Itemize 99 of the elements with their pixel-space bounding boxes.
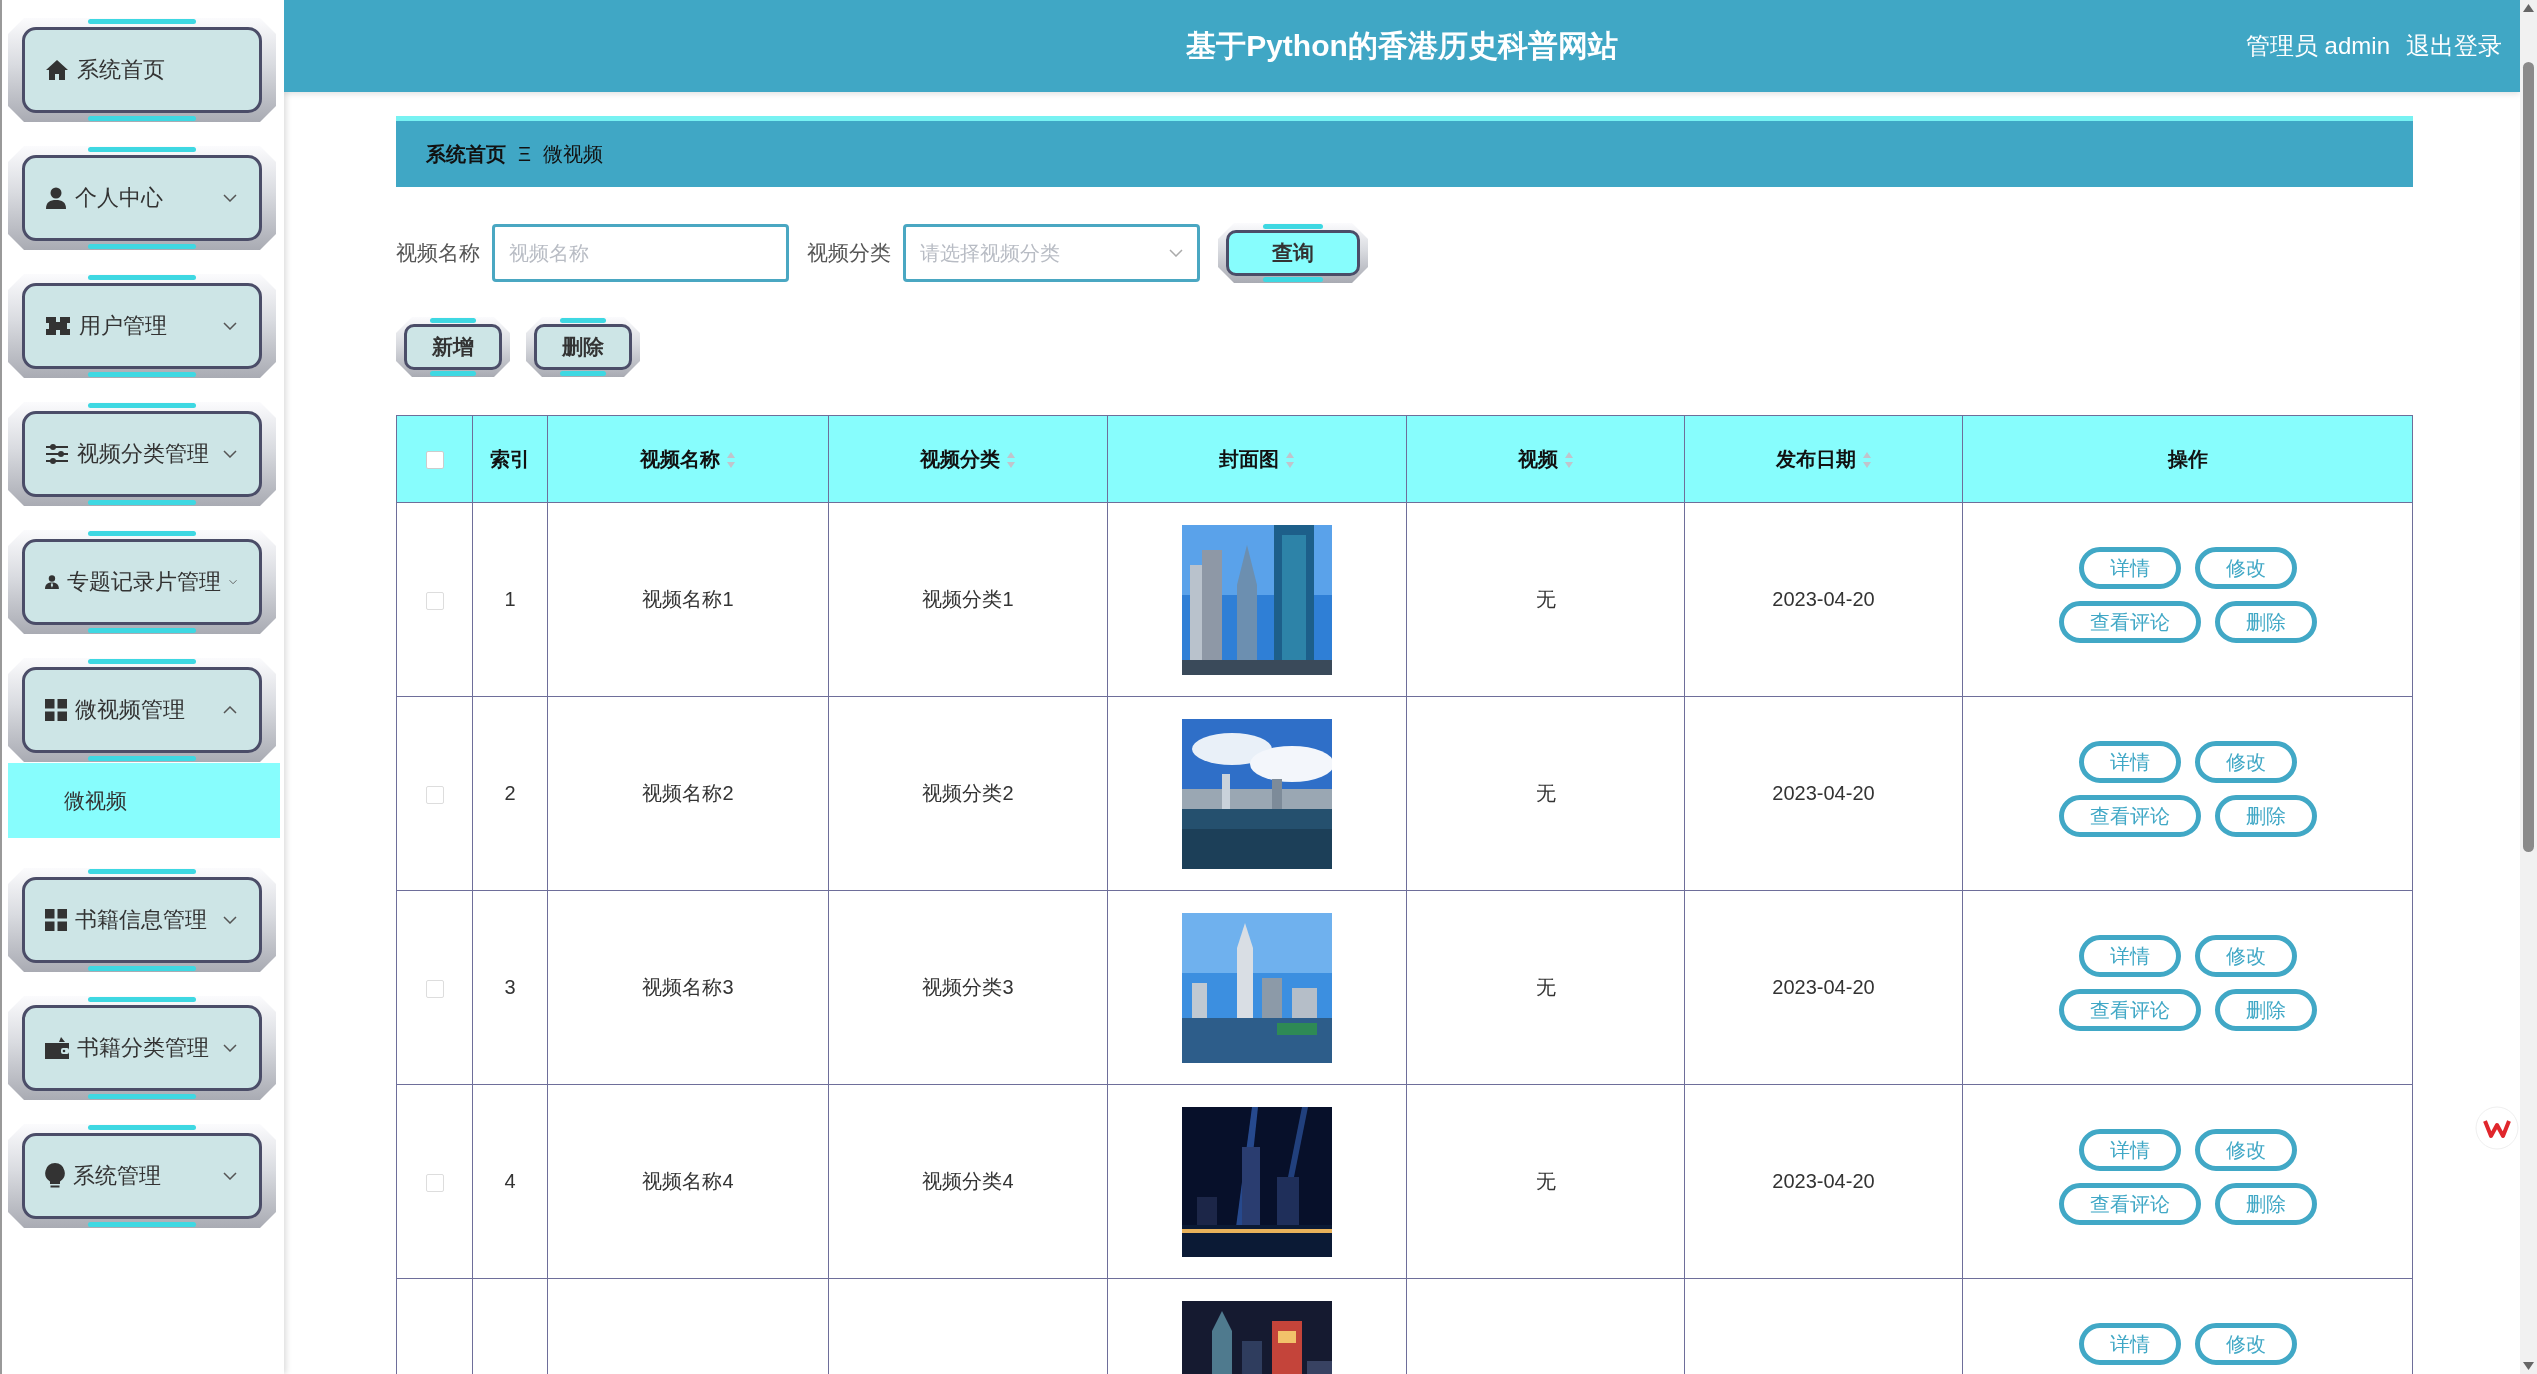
scroll-down-icon[interactable] <box>2523 1362 2534 1370</box>
dropdown-chevron-icon <box>1169 249 1183 257</box>
table-cell: 2023-04-20 <box>1772 1170 1875 1192</box>
table-cell: 视频名称1 <box>642 588 734 610</box>
sidebar-menu-item[interactable]: 书籍分类管理 <box>8 996 276 1100</box>
sliders-icon <box>45 443 69 465</box>
search-field[interactable]: 视频名称 <box>492 224 789 282</box>
row-action-button[interactable]: 修改 <box>2194 547 2297 589</box>
row-action-button[interactable]: 修改 <box>2194 1323 2297 1365</box>
chevron-down-icon <box>223 916 237 924</box>
table-cell: 视频名称2 <box>642 782 734 804</box>
row-action-button[interactable]: 查看评论 <box>2058 795 2201 837</box>
row-action-button[interactable]: 删除 <box>2214 795 2317 837</box>
chevron-up-icon <box>223 706 237 714</box>
search-button[interactable]: 查询 <box>1218 223 1368 283</box>
checkbox[interactable] <box>425 1173 444 1192</box>
ticket-icon <box>45 316 71 336</box>
sort-icon[interactable] <box>1285 451 1295 470</box>
breadcrumb-item: 微视频 <box>543 141 603 167</box>
chevron-down-icon <box>228 578 237 586</box>
table-cell: 4 <box>504 1170 516 1192</box>
column-header[interactable]: 封面图 <box>1219 447 1279 470</box>
user-label: 管理员 admin <box>2245 31 2390 61</box>
grid-icon <box>45 909 67 931</box>
table-cell: 视频分类2 <box>922 782 1014 804</box>
table-cell: 视频分类4 <box>922 1170 1014 1192</box>
column-header[interactable]: 视频 <box>1517 447 1558 470</box>
sidebar-menu-item[interactable]: 用户管理 <box>8 274 276 378</box>
checkbox[interactable] <box>425 591 444 610</box>
chevron-down-icon <box>223 194 237 202</box>
row-action-button[interactable]: 修改 <box>2194 741 2297 783</box>
row-action-button[interactable]: 修改 <box>2194 935 2297 977</box>
row-action-button[interactable]: 详情 <box>2078 547 2181 589</box>
wallet-icon <box>45 1037 69 1059</box>
column-header[interactable]: 发布日期 <box>1775 447 1856 470</box>
table-cell: 视频分类3 <box>922 976 1014 998</box>
action-button[interactable]: 新增 <box>396 317 510 377</box>
table-cell: 无 <box>1535 782 1556 804</box>
column-header: 索引 <box>490 447 530 470</box>
row-action-button[interactable]: 详情 <box>2078 741 2181 783</box>
table-cell: 无 <box>1535 976 1556 998</box>
checkbox[interactable] <box>425 979 444 998</box>
select-field[interactable]: 请选择视频分类 <box>903 224 1200 282</box>
table-cell: 2023-04-20 <box>1772 782 1875 804</box>
row-action-button[interactable]: 详情 <box>2078 935 2181 977</box>
grid-icon <box>45 699 67 721</box>
scrollbar-thumb[interactable] <box>2523 62 2534 852</box>
scroll-up-icon[interactable] <box>2523 4 2534 12</box>
table-cell: 视频名称3 <box>642 976 734 998</box>
row-action-button[interactable]: 查看评论 <box>2058 601 2201 643</box>
sidebar-menu-item[interactable]: 微视频管理 <box>8 658 276 762</box>
checkbox[interactable] <box>425 451 444 470</box>
field-label: 视频分类 <box>807 240 891 266</box>
table-cell: 无 <box>1535 588 1556 610</box>
row-action-button[interactable]: 修改 <box>2194 1129 2297 1171</box>
row-action-button[interactable]: 删除 <box>2214 1183 2317 1225</box>
lightbulb-icon <box>45 1163 65 1189</box>
column-header: 操作 <box>2167 447 2208 470</box>
sidebar-menu-item[interactable]: 专题记录片管理 <box>8 530 276 634</box>
breadcrumb-separator: Ξ <box>518 142 531 166</box>
user-icon <box>45 187 67 209</box>
row-action-button[interactable]: 详情 <box>2078 1323 2181 1365</box>
table-cell: 无 <box>1535 1170 1556 1192</box>
table-cell: 1 <box>504 588 516 610</box>
row-action-button[interactable]: 查看评论 <box>2058 1183 2201 1225</box>
sort-icon[interactable] <box>726 451 736 470</box>
column-header[interactable]: 视频分类 <box>920 447 1000 470</box>
sort-icon[interactable] <box>1861 451 1872 470</box>
table-cell: 视频分类1 <box>922 588 1014 610</box>
zigzag-icon[interactable] <box>2475 1106 2519 1150</box>
sidebar-menu-item[interactable]: 系统首页 <box>8 18 276 122</box>
chevron-down-icon <box>223 450 237 458</box>
table-cell: 2023-04-20 <box>1772 588 1875 610</box>
sort-icon[interactable] <box>1563 451 1574 470</box>
sidebar-menu-item[interactable]: 个人中心 <box>8 146 276 250</box>
table-cell: 2023-04-20 <box>1772 976 1875 998</box>
row-action-button[interactable]: 查看评论 <box>2058 989 2201 1031</box>
chevron-down-icon <box>223 1172 237 1180</box>
table-cell: 视频名称4 <box>642 1170 734 1192</box>
table-cell: 3 <box>504 976 516 998</box>
action-button[interactable]: 删除 <box>526 317 640 377</box>
logout-link[interactable]: 退出登录 <box>2406 30 2502 62</box>
checkbox[interactable] <box>425 785 444 804</box>
chevron-down-icon <box>223 1044 237 1052</box>
field-label: 视频名称 <box>396 240 480 266</box>
sidebar-menu-item[interactable]: 系统管理 <box>8 1124 276 1228</box>
row-action-button[interactable]: 删除 <box>2214 601 2317 643</box>
column-header[interactable]: 视频名称 <box>640 447 720 470</box>
submenu-item[interactable]: 微视频 <box>8 763 280 838</box>
site-title: 基于Python的香港历史科普网站 <box>1186 27 1618 64</box>
home-icon <box>45 59 69 81</box>
sidebar-menu-item[interactable]: 视频分类管理 <box>8 402 276 506</box>
breadcrumb-item[interactable]: 系统首页 <box>426 140 506 168</box>
row-action-button[interactable]: 详情 <box>2078 1129 2181 1171</box>
sort-icon[interactable] <box>1006 451 1016 470</box>
row-action-button[interactable]: 删除 <box>2214 989 2317 1031</box>
chevron-down-icon <box>223 322 237 330</box>
sidebar-menu-item[interactable]: 书籍信息管理 <box>8 868 276 972</box>
table-cell: 2 <box>504 782 516 804</box>
